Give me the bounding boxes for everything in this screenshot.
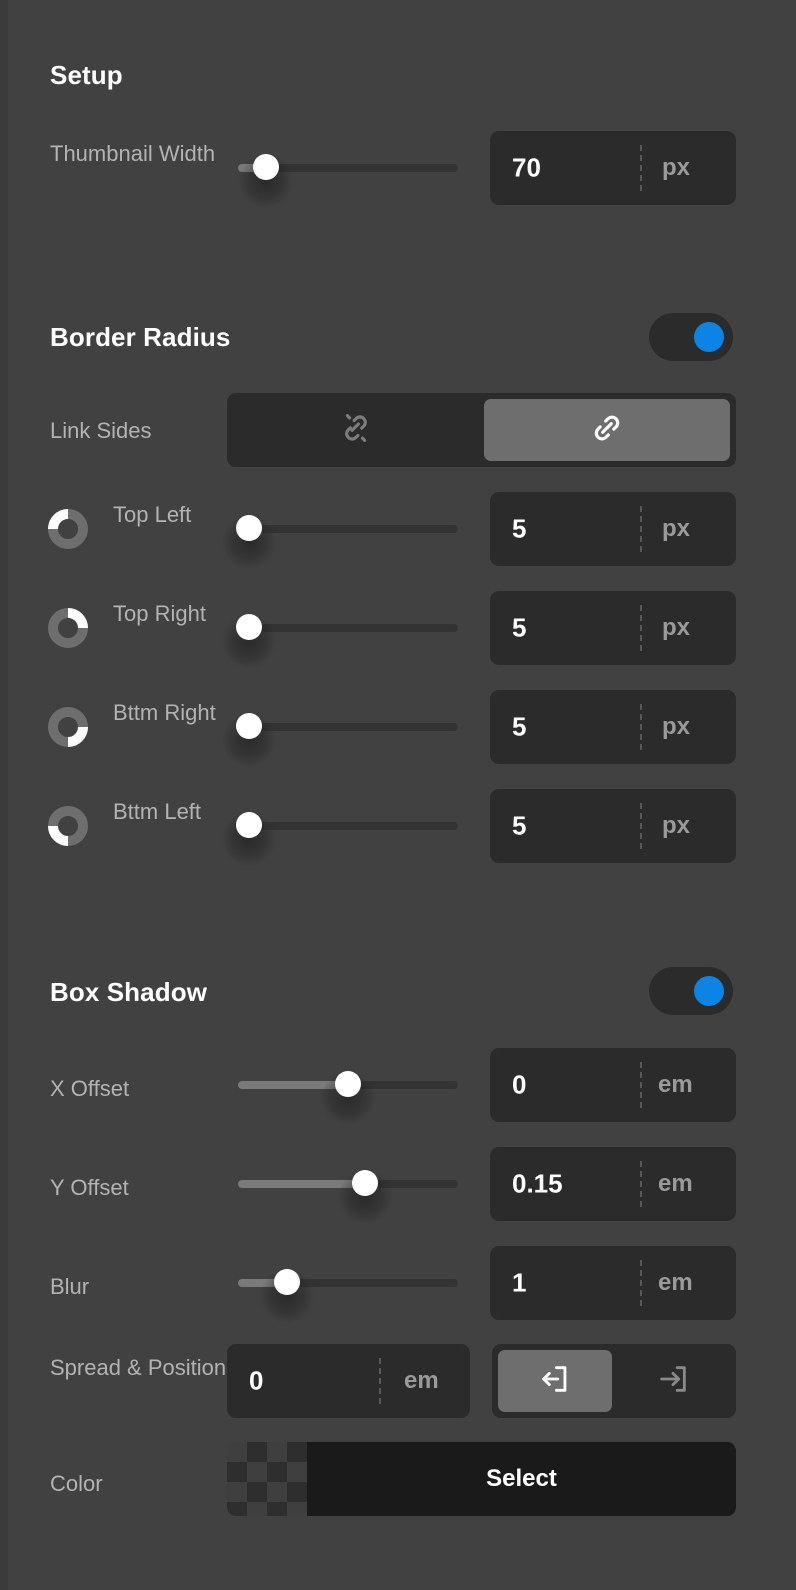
unlink-sides-button[interactable] (233, 399, 480, 461)
shadow-inset-button[interactable] (616, 1350, 730, 1412)
blur-value[interactable]: 1 (512, 1268, 526, 1299)
setup-section-title: Setup (50, 60, 123, 90)
link-sides-button[interactable] (483, 399, 730, 461)
corner-bottom-left-icon (48, 806, 88, 846)
corner-bottom-left-value[interactable]: 5 (512, 811, 526, 842)
corner-top-right-unit: px (662, 614, 691, 641)
x-offset-slider[interactable] (238, 1068, 458, 1125)
slider-thumb[interactable] (352, 1170, 378, 1196)
corner-bottom-left-slider[interactable] (222, 809, 458, 866)
slider-thumb[interactable] (236, 614, 262, 640)
slider-thumb[interactable] (236, 515, 262, 541)
toggle-knob (694, 976, 724, 1006)
thumbnail-width-label: Thumbnail Width (50, 141, 216, 166)
corner-top-right-value[interactable]: 5 (512, 613, 526, 644)
thumbnail-width-field[interactable]: 70 px (490, 131, 736, 205)
slider-thumb[interactable] (335, 1071, 361, 1097)
corner-bottom-right-slider[interactable] (222, 710, 458, 767)
shadow-outset-button[interactable] (498, 1350, 612, 1412)
slider-track[interactable] (238, 525, 458, 533)
shadow-position-button-group (492, 1344, 736, 1418)
panel-left-edge (0, 0, 8, 1590)
border-radius-toggle[interactable] (649, 313, 733, 361)
blur-field[interactable]: 1 em (490, 1246, 736, 1320)
spread-field[interactable]: 0 em (227, 1344, 470, 1418)
y-offset-value[interactable]: 0.15 (512, 1169, 563, 1200)
corner-top-left-unit: px (662, 515, 691, 542)
corner-top-left-value[interactable]: 5 (512, 514, 526, 545)
field-divider (640, 1161, 642, 1207)
corner-bottom-left-field[interactable]: 5 px (490, 789, 736, 863)
color-label: Color (50, 1471, 103, 1496)
y-offset-field[interactable]: 0.15 em (490, 1147, 736, 1221)
box-shadow-toggle[interactable] (649, 967, 733, 1015)
slider-thumb[interactable] (253, 154, 279, 180)
corner-bottom-right-icon (48, 707, 88, 747)
slider-fill (238, 1081, 348, 1089)
shadow-color-picker[interactable]: Select (227, 1442, 736, 1516)
field-divider (640, 605, 642, 651)
shadow-outset-icon (538, 1362, 572, 1401)
corner-bottom-left-unit: px (662, 812, 691, 839)
corner-top-left-field[interactable]: 5 px (490, 492, 736, 566)
field-divider (640, 803, 642, 849)
field-divider (640, 506, 642, 552)
corner-top-left-icon (48, 509, 88, 549)
slider-thumb[interactable] (236, 713, 262, 739)
spread-value[interactable]: 0 (249, 1366, 263, 1397)
corner-bottom-right-unit: px (662, 713, 691, 740)
slider-fill (238, 1180, 365, 1188)
x-offset-unit: em (658, 1071, 693, 1098)
link-sides-label: Link Sides (50, 418, 152, 443)
field-divider (640, 704, 642, 750)
x-offset-value[interactable]: 0 (512, 1070, 526, 1101)
field-divider (640, 1062, 642, 1108)
slider-thumb[interactable] (274, 1269, 300, 1295)
broken-link-icon (337, 409, 375, 452)
thumbnail-width-unit: px (662, 154, 691, 181)
thumbnail-width-slider[interactable] (238, 151, 458, 208)
slider-track[interactable] (238, 822, 458, 830)
field-divider (379, 1358, 381, 1404)
y-offset-label: Y Offset (50, 1175, 129, 1200)
spread-unit: em (404, 1367, 439, 1394)
corner-bottom-right-value[interactable]: 5 (512, 712, 526, 743)
field-divider (640, 145, 642, 191)
x-offset-label: X Offset (50, 1076, 130, 1101)
slider-track[interactable] (238, 624, 458, 632)
corner-top-left-slider[interactable] (222, 512, 458, 569)
blur-slider[interactable] (238, 1266, 458, 1323)
y-offset-unit: em (658, 1170, 693, 1197)
corner-top-right-slider[interactable] (222, 611, 458, 668)
corner-bottom-right-field[interactable]: 5 px (490, 690, 736, 764)
shadow-inset-icon (656, 1362, 690, 1401)
y-offset-slider[interactable] (238, 1167, 458, 1224)
color-swatch[interactable]: Select (307, 1442, 736, 1516)
link-icon (588, 409, 626, 452)
thumbnail-width-value[interactable]: 70 (512, 153, 541, 184)
style-settings-panel: Setup Thumbnail Width 70 px Border Radiu… (0, 0, 796, 1590)
slider-thumb[interactable] (236, 812, 262, 838)
box-shadow-section-title: Box Shadow (50, 977, 208, 1007)
color-select-label: Select (486, 1465, 557, 1492)
corner-top-right-icon (48, 608, 88, 648)
toggle-knob (694, 322, 724, 352)
blur-unit: em (658, 1269, 693, 1296)
corner-top-right-field[interactable]: 5 px (490, 591, 736, 665)
link-sides-button-group (227, 393, 736, 467)
blur-label: Blur (50, 1274, 90, 1299)
x-offset-field[interactable]: 0 em (490, 1048, 736, 1122)
spread-position-label: Spread & Position (50, 1355, 227, 1380)
field-divider (640, 1260, 642, 1306)
border-radius-section-title: Border Radius (50, 322, 231, 352)
slider-track[interactable] (238, 723, 458, 731)
